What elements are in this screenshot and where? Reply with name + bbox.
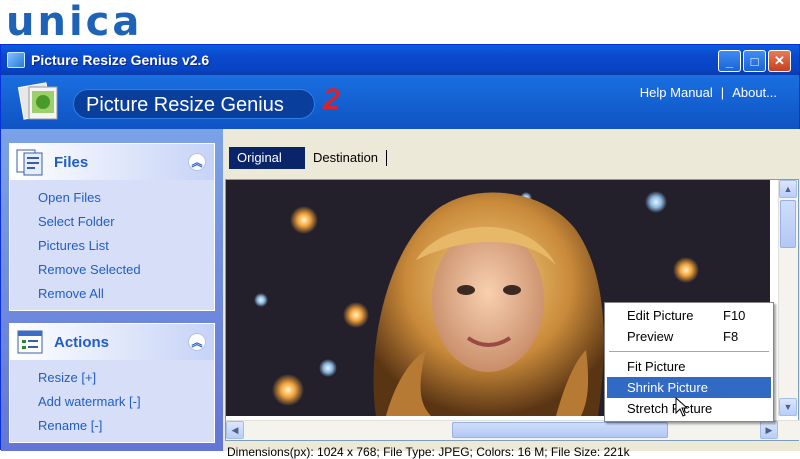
scroll-right-icon[interactable]: ▶ — [760, 421, 778, 439]
menu-item-label: Preview — [627, 329, 674, 344]
menu-item-shortcut: F8 — [723, 329, 739, 344]
context-menu: Edit Picture F10 Preview F8 Fit Picture … — [604, 302, 774, 422]
main-area: Original Destination ▲ ▼ ◀ ▶ Edit Pictur… — [223, 129, 800, 459]
scroll-up-icon[interactable]: ▲ — [779, 180, 797, 198]
scroll-down-icon[interactable]: ▼ — [779, 398, 797, 416]
close-button[interactable]: ✕ — [768, 50, 791, 72]
actions-panel-body: Resize [+] Add watermark [-] Rename [-] — [10, 360, 214, 442]
view-tabs: Original Destination — [229, 147, 388, 169]
collapse-icon[interactable]: ︽ — [188, 333, 206, 351]
status-bar: Dimensions(px): 1024 x 768; File Type: J… — [227, 445, 630, 459]
files-panel-header[interactable]: Files ︽ — [10, 144, 214, 180]
files-panel-title: Files — [54, 153, 89, 171]
menu-item-shrink-picture[interactable]: Shrink Picture — [607, 377, 771, 398]
menu-item-shortcut: F10 — [723, 308, 746, 323]
maximize-button[interactable]: □ — [743, 50, 766, 72]
open-files-link[interactable]: Open Files — [38, 186, 214, 210]
add-watermark-link[interactable]: Add watermark [-] — [38, 390, 214, 414]
files-icon — [16, 149, 43, 176]
remove-all-link[interactable]: Remove All — [38, 282, 214, 306]
horizontal-scrollbar[interactable]: ◀ ▶ — [226, 420, 800, 440]
resize-link[interactable]: Resize [+] — [38, 366, 214, 390]
menu-item-preview[interactable]: Preview F8 — [607, 326, 771, 347]
menu-item-edit-picture[interactable]: Edit Picture F10 — [607, 305, 771, 326]
menu-separator — [609, 351, 769, 352]
app-window: Picture Resize Genius v2.6 _ □ ✕ Picture… — [0, 44, 800, 459]
tab-destination[interactable]: Destination — [305, 147, 386, 169]
app-logo-version: 2 — [323, 83, 340, 116]
link-separator: | — [720, 85, 725, 100]
actions-panel: Actions ︽ Resize [+] Add watermark [-] R… — [9, 323, 215, 443]
remove-selected-link[interactable]: Remove Selected — [38, 258, 214, 282]
mouse-cursor-icon — [675, 397, 689, 417]
window-title: Picture Resize Genius v2.6 — [31, 52, 210, 68]
rename-link[interactable]: Rename [-] — [38, 414, 214, 438]
menu-item-stretch-picture[interactable]: Stretch Picture — [607, 398, 771, 419]
sidebar: Files ︽ Open Files Select Folder Picture… — [1, 129, 223, 451]
window-controls: _ □ ✕ — [718, 50, 791, 72]
vertical-scroll-thumb[interactable] — [780, 200, 796, 248]
tab-original[interactable]: Original — [229, 147, 305, 169]
actions-panel-title: Actions — [54, 333, 110, 351]
actions-panel-header[interactable]: Actions ︽ — [10, 324, 214, 360]
header-links: Help Manual | About... — [640, 85, 777, 100]
horizontal-scroll-thumb[interactable] — [452, 422, 668, 438]
menu-item-fit-picture[interactable]: Fit Picture — [607, 356, 771, 377]
app-header: Picture Resize Genius 2 Help Manual | Ab… — [1, 75, 799, 129]
minimize-button[interactable]: _ — [718, 50, 741, 72]
files-panel-body: Open Files Select Folder Pictures List R… — [10, 180, 214, 310]
tab-divider — [386, 150, 388, 166]
collapse-icon[interactable]: ︽ — [188, 153, 206, 171]
photos-icon — [17, 82, 58, 120]
select-folder-link[interactable]: Select Folder — [38, 210, 214, 234]
app-icon — [7, 52, 25, 68]
scroll-left-icon[interactable]: ◀ — [226, 421, 244, 439]
files-panel: Files ︽ Open Files Select Folder Picture… — [9, 143, 215, 311]
brand-logo: unica — [6, 0, 143, 45]
title-bar[interactable]: Picture Resize Genius v2.6 _ □ ✕ — [1, 45, 799, 75]
app-logo-text: Picture Resize Genius — [73, 89, 315, 119]
vertical-scrollbar[interactable]: ▲ ▼ — [778, 180, 798, 416]
actions-icon — [17, 330, 43, 354]
pictures-list-link[interactable]: Pictures List — [38, 234, 214, 258]
image-viewer: ▲ ▼ ◀ ▶ Edit Picture F10 Preview F8 Fit … — [225, 179, 800, 441]
about-link[interactable]: About... — [732, 85, 777, 100]
menu-item-label: Edit Picture — [627, 308, 694, 323]
help-manual-link[interactable]: Help Manual — [640, 85, 713, 100]
